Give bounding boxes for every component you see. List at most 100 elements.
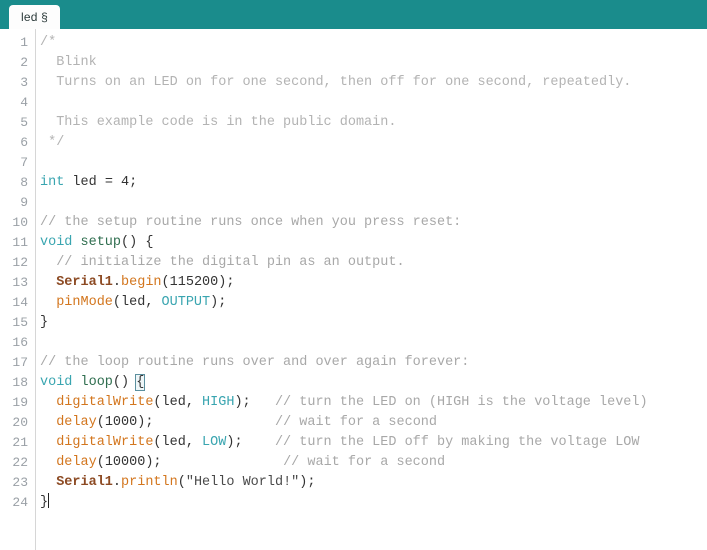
code-line: 2 Blink <box>0 53 707 73</box>
line-number: 23 <box>12 475 28 490</box>
token-comment: // the loop routine runs over and over a… <box>40 355 470 370</box>
line-text <box>34 333 40 353</box>
code-line: 10 // the setup routine runs once when yo… <box>0 213 707 233</box>
token-plain: ( <box>177 475 186 490</box>
code-line: 17 // the loop routine runs over and over… <box>0 353 707 373</box>
line-number: 2 <box>20 55 28 70</box>
line-text: This example code is in the public domai… <box>34 113 396 133</box>
token-plain: () <box>112 375 138 390</box>
line-number: 1 <box>20 35 28 50</box>
token-constant: LOW <box>202 435 227 450</box>
line-number: 10 <box>12 215 28 230</box>
line-number: 8 <box>20 175 28 190</box>
line-number: 14 <box>12 295 28 310</box>
line-text: void setup() { <box>34 233 153 253</box>
line-number: 9 <box>20 195 28 210</box>
line-text <box>34 93 40 113</box>
token-brace-match: { <box>135 374 146 391</box>
line-number: 7 <box>20 155 28 170</box>
line-text: Serial1.begin(115200); <box>34 273 234 293</box>
token-constant: HIGH <box>202 395 235 410</box>
token-builtin: pinMode <box>56 295 113 310</box>
code-content[interactable]: 1 /* 2 Blink 3 Turns on an LED on for one… <box>0 29 707 513</box>
code-line: 6 */ <box>0 133 707 153</box>
token-plain: ); <box>226 435 243 450</box>
line-text: Turns on an LED on for one second, then … <box>34 73 631 93</box>
line-number: 20 <box>12 415 28 430</box>
code-line: 13 Serial1.begin(115200); <box>0 273 707 293</box>
code-line: 20 delay(1000); // wait for a second <box>0 413 707 433</box>
token-keyword: int <box>40 175 65 190</box>
line-text: // initialize the digital pin as an outp… <box>34 253 404 273</box>
token-string: "Hello World!" <box>185 475 300 490</box>
token-builtin: digitalWrite <box>56 395 154 410</box>
line-text: */ <box>34 133 64 153</box>
line-text: digitalWrite(led, LOW); // turn the LED … <box>34 433 640 453</box>
line-number: 6 <box>20 135 28 150</box>
line-text: } <box>34 493 50 513</box>
code-line: 7 <box>0 153 707 173</box>
code-line: 11 void setup() { <box>0 233 707 253</box>
code-line: 1 /* <box>0 33 707 53</box>
code-line: 22 delay(10000); // wait for a second <box>0 453 707 473</box>
code-line: 9 <box>0 193 707 213</box>
token-library: Serial1 <box>56 275 113 290</box>
tab-led[interactable]: led § <box>9 5 61 29</box>
line-number: 21 <box>12 435 28 450</box>
line-text: Blink <box>34 53 97 73</box>
token-pad <box>243 435 275 450</box>
code-editor[interactable]: 1 /* 2 Blink 3 Turns on an LED on for one… <box>0 29 707 550</box>
token-constant: OUTPUT <box>161 295 211 310</box>
token-plain: ); <box>299 475 316 490</box>
line-number: 22 <box>12 455 28 470</box>
code-line: 8 int led = 4; <box>0 173 707 193</box>
line-text: int led = 4; <box>34 173 137 193</box>
token-dot: . <box>112 275 122 290</box>
token-pad <box>251 395 275 410</box>
token-pad <box>153 415 275 430</box>
code-line: 16 <box>0 333 707 353</box>
token-comment: Turns on an LED on for one second, then … <box>40 75 632 90</box>
line-number: 15 <box>12 315 28 330</box>
token-plain: (10000); <box>96 455 162 470</box>
code-line: 23 Serial1.println("Hello World!"); <box>0 473 707 493</box>
line-text: Serial1.println("Hello World!"); <box>34 473 315 493</box>
token-plain: } <box>40 495 49 510</box>
token-plain: (led, <box>153 395 203 410</box>
token-comment: */ <box>40 135 65 150</box>
token-comment: // wait for a second <box>274 415 437 430</box>
line-text: delay(1000); // wait for a second <box>34 413 437 433</box>
token-builtin: digitalWrite <box>56 435 154 450</box>
code-line: 5 This example code is in the public dom… <box>0 113 707 133</box>
line-number: 17 <box>12 355 28 370</box>
token-keyword: void <box>40 375 73 390</box>
token-plain: (1000); <box>96 415 154 430</box>
token-builtin: delay <box>56 455 97 470</box>
line-text: // the loop routine runs over and over a… <box>34 353 469 373</box>
code-line: 12 // initialize the digital pin as an o… <box>0 253 707 273</box>
line-text: pinMode(led, OUTPUT); <box>34 293 226 313</box>
line-number: 24 <box>12 495 28 510</box>
token-comment: // turn the LED off by making the voltag… <box>274 435 640 450</box>
token-method: begin <box>121 275 162 290</box>
token-pad <box>162 455 284 470</box>
code-line: 19 digitalWrite(led, HIGH); // turn the … <box>0 393 707 413</box>
token-builtin: delay <box>56 415 97 430</box>
token-plain: ); <box>210 295 227 310</box>
tab-label: led § <box>21 10 49 24</box>
token-keyword: void <box>40 235 73 250</box>
line-number: 16 <box>12 335 28 350</box>
token-method: println <box>121 475 178 490</box>
code-line: 3 Turns on an LED on for one second, the… <box>0 73 707 93</box>
code-line: 24} <box>0 493 707 513</box>
code-line: 4 <box>0 93 707 113</box>
line-number: 19 <box>12 395 28 410</box>
token-function: loop <box>72 375 113 390</box>
text-cursor <box>48 493 50 508</box>
token-library: Serial1 <box>56 475 113 490</box>
